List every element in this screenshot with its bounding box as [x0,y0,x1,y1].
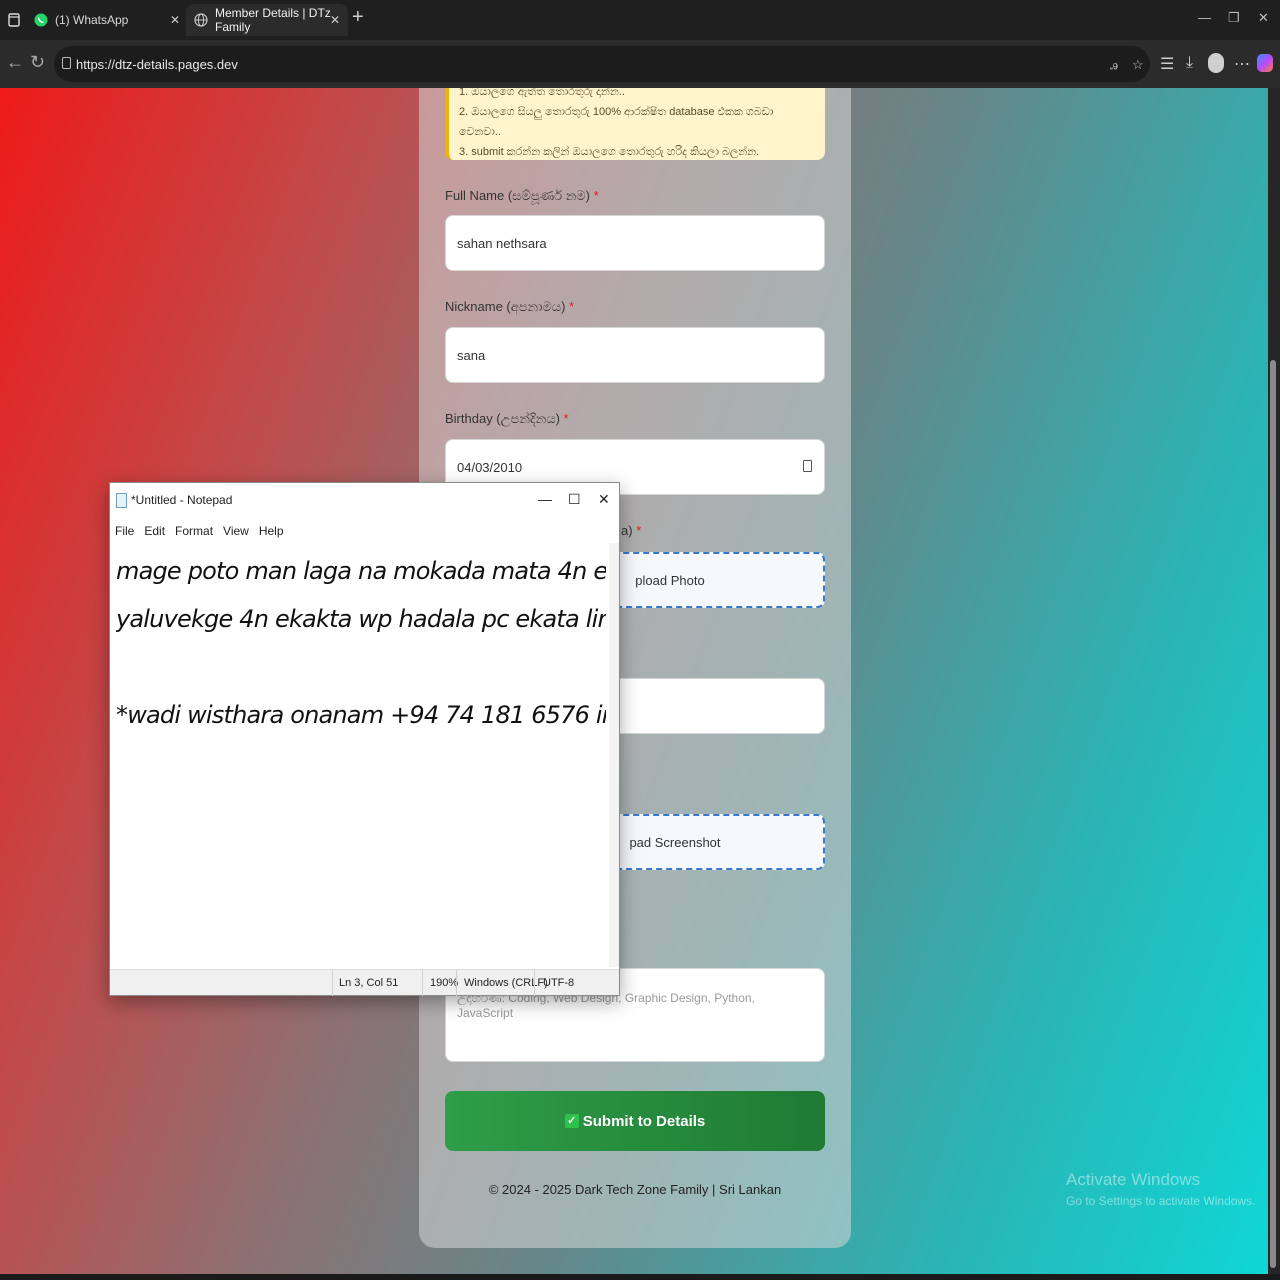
restore-icon[interactable]: ❐ [1228,10,1240,26]
minimize-icon[interactable]: — [1198,10,1211,25]
notepad-menu-bar: File Edit Format View Help [110,519,294,543]
menu-edit[interactable]: Edit [144,524,165,538]
url-text: https://dtz-details.pages.dev [76,56,238,72]
menu-format[interactable]: Format [175,524,213,538]
submit-label: Submit to Details [582,1112,706,1130]
tab-label: Member Details | DTz Family [215,6,331,34]
activate-windows-watermark: Activate Windows Go to Settings to activ… [1066,1170,1255,1208]
browser-tab-bar: (1) WhatsApp ✕ Member Details | DTz Fami… [0,0,1280,40]
back-arrow-icon[interactable]: ← [6,52,24,73]
birthday-label: Birthday (උපන්දිනය) * [445,411,569,426]
tab-member-details[interactable]: Member Details | DTz Family ✕ [186,4,348,36]
notepad-title-bar[interactable]: *Untitled - Notepad — ☐ ✕ [110,483,619,517]
taskbar [0,1274,1280,1280]
encoding: UTF-8 [543,977,575,989]
menu-view[interactable]: View [223,524,249,538]
close-window-icon[interactable]: ✕ [1258,10,1269,26]
new-tab-plus-icon[interactable]: + [352,6,364,29]
footer-text: © 2024 - 2025 Dark Tech Zone Family | Sr… [488,1182,782,1197]
upload-photo-label: pload Photo [635,572,705,588]
submit-button[interactable]: ✓ Submit to Details [445,1091,825,1151]
notepad-status-bar: Ln 3, Col 51 190% Windows (CRLF) UTF-8 [110,969,619,996]
full-name-label: Full Name (සම්පූර්ණ නම) * [445,188,599,203]
notepad-line: mage poto man laga na mokada mata 4n eka… [116,557,606,585]
instructions-notice: 1. ඔයාලගෙ ඇත්ත තොරතුරු දාන්න.. 2. ඔයාලගෙ… [445,88,825,160]
notepad-text-area[interactable]: mage poto man laga na mokada mata 4n eka… [116,547,606,967]
nickname-input[interactable]: sana [445,327,825,383]
page-scrollbar-thumb[interactable] [1270,360,1276,1268]
refresh-icon[interactable]: ↻ [30,52,45,73]
tab-actions-icon[interactable] [8,0,20,40]
lock-icon [62,57,71,69]
notepad-app-icon [116,492,127,508]
more-menu-icon[interactable]: ⋯ [1234,54,1250,74]
notice-line: 2. ඔයාලගෙ සියලු තොරතුරු 100% ආරක්ෂිත dat… [459,106,774,138]
watermark-title: Activate Windows [1066,1170,1201,1189]
zoom-level: 190% [430,977,459,989]
line-ending: Windows (CRLF) [464,977,548,989]
check-icon: ✓ [564,1114,579,1128]
copilot-icon[interactable] [1257,54,1273,72]
birthday-value: 04/03/2010 [457,459,523,475]
notepad-line [116,643,606,691]
menu-help[interactable]: Help [259,524,284,538]
favorite-star-icon[interactable]: ☆ [1132,57,1144,73]
notepad-scrollbar[interactable] [609,543,619,967]
close-tab-icon[interactable]: ✕ [330,13,340,27]
profile-avatar-icon[interactable] [1208,53,1224,73]
notepad-maximize-icon[interactable]: ☐ [568,491,581,508]
upload-screenshot-label: pad Screenshot [629,834,721,850]
full-name-input[interactable]: sahan nethsara [445,215,825,271]
cursor-position: Ln 3, Col 51 [339,977,399,989]
watermark-subtitle: Go to Settings to activate Windows. [1066,1194,1256,1208]
downloads-icon[interactable]: ⤓ [1186,54,1193,72]
tab-label: (1) WhatsApp [55,13,129,27]
notepad-window[interactable]: *Untitled - Notepad — ☐ ✕ File Edit Form… [109,482,620,996]
notepad-line: yaluvekge 4n ekakta wp hadala pc ekata l… [116,605,606,633]
browser-toolbar: ← ↻ https://dtz-details.pages.dev ꭿ ☆ [0,40,1280,88]
favorites-icon[interactable]: ☰ [1160,54,1174,74]
close-tab-icon[interactable]: ✕ [170,13,180,27]
address-bar[interactable]: https://dtz-details.pages.dev ꭿ ☆ [54,46,1150,82]
notepad-title: *Untitled - Notepad [131,493,233,507]
tab-whatsapp[interactable]: (1) WhatsApp ✕ [26,4,188,36]
notepad-minimize-icon[interactable]: — [538,491,552,507]
menu-file[interactable]: File [115,524,134,538]
notepad-line: *wadi wisthara onanam +94 74 181 6576 in… [116,701,606,729]
notepad-close-icon[interactable]: ✕ [598,491,610,508]
nickname-label: Nickname (අපනාමය) * [445,299,575,314]
nickname-value: sana [457,347,486,363]
read-aloud-icon[interactable]: ꭿ [1110,57,1118,73]
notice-line: 1. ඔයාලගෙ ඇත්ත තොරතුරු දාන්න.. [459,88,625,98]
notice-line: 3. submit කරන්න කලින් ඔයාලගෙ තොරතුරු හරි… [459,146,760,158]
globe-icon [194,13,208,27]
whatsapp-icon [34,13,48,27]
full-name-value: sahan nethsara [457,235,547,251]
calendar-icon[interactable] [803,460,812,472]
photo-label: a) * [621,523,642,538]
